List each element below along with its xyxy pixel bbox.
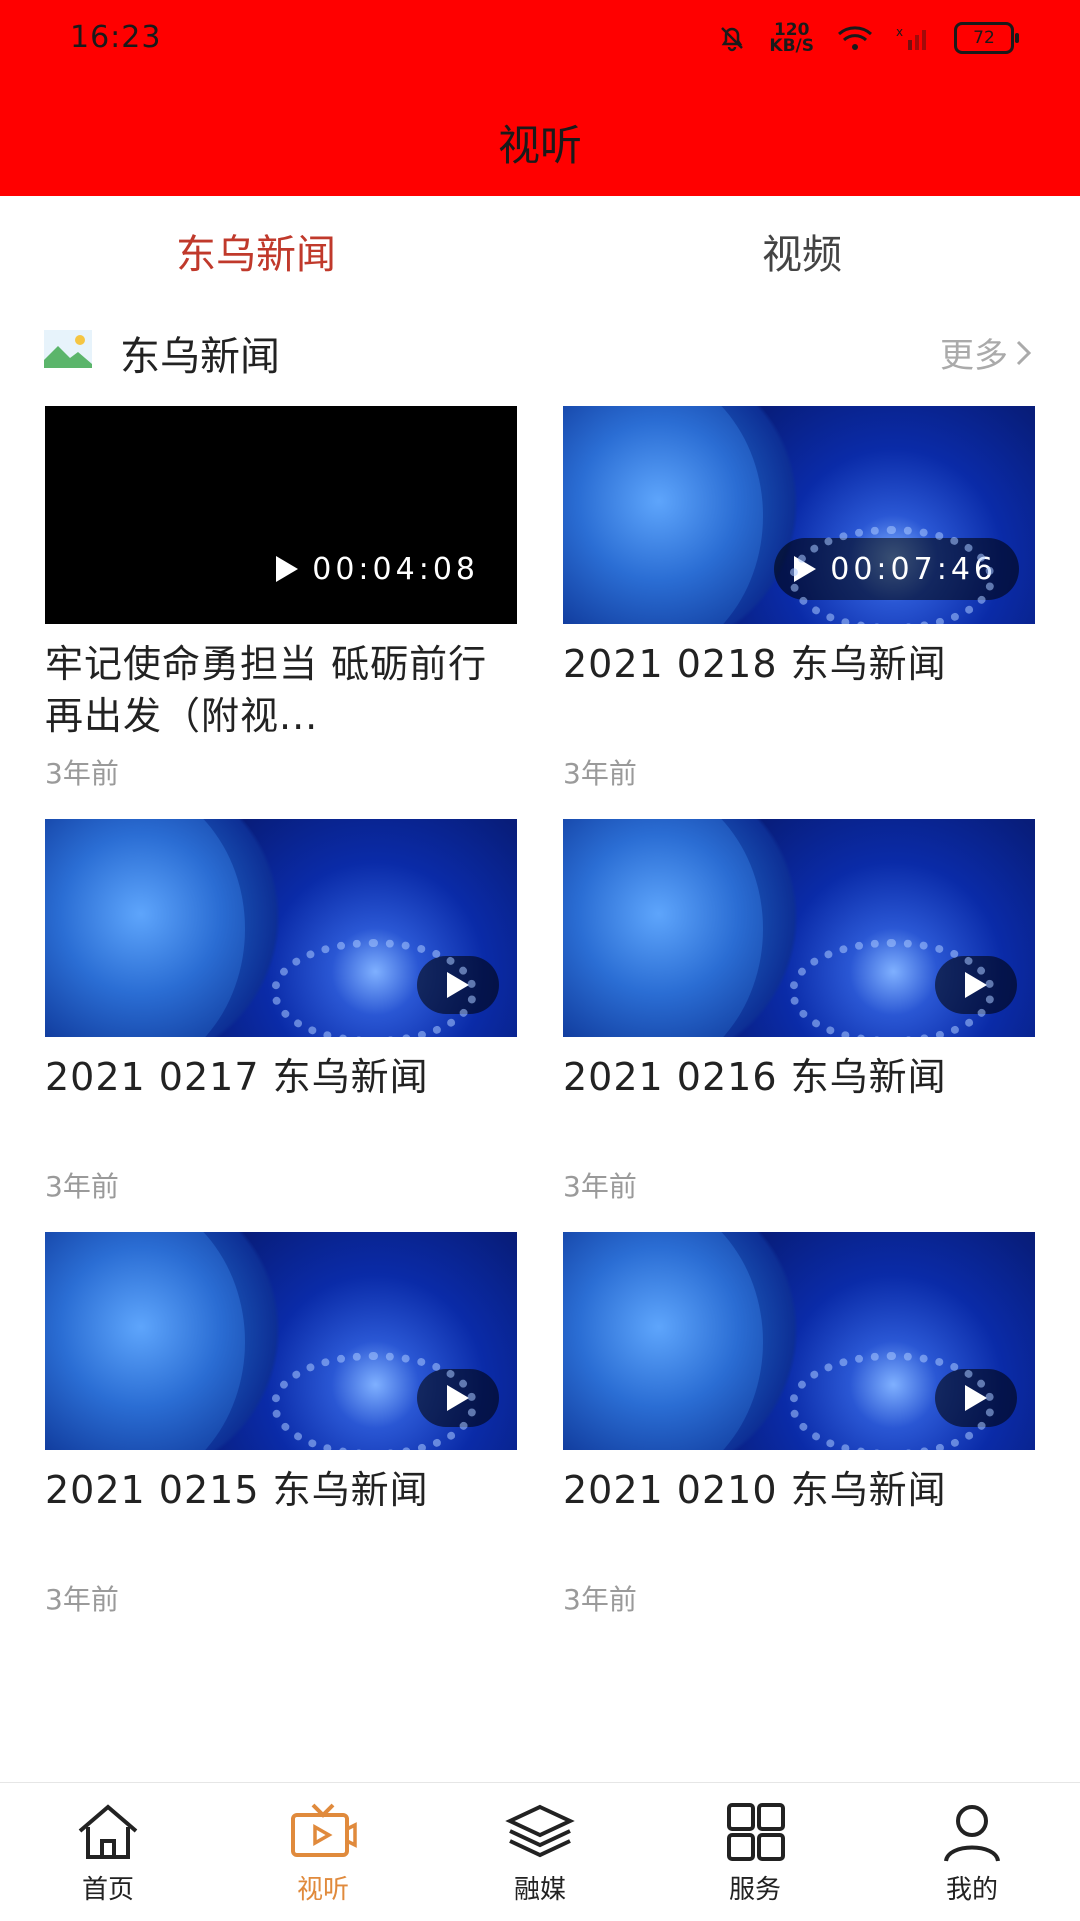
nav-label: 我的 xyxy=(945,1875,998,1905)
duration-badge: 00:07:46 xyxy=(774,538,1019,600)
video-time: 3年前 xyxy=(563,1583,637,1616)
network-speed: 120 KB/S xyxy=(769,20,814,56)
status-icons: 120 KB/S x 72 xyxy=(717,20,1019,56)
nav-media[interactable]: 融媒 xyxy=(485,1801,595,1906)
grid-icon xyxy=(727,1803,785,1861)
tab-video[interactable]: 视频 xyxy=(762,222,842,280)
nav-services[interactable]: 服务 xyxy=(700,1801,810,1906)
more-label: 更多 xyxy=(940,336,1008,376)
top-header: 16:23 120 KB/S x 72 视听 xyxy=(0,0,1080,196)
nav-audiovisual[interactable]: 视听 xyxy=(268,1801,378,1906)
mute-bell-icon xyxy=(721,27,744,52)
video-card[interactable]: 2021 0215 东乌新闻 3年前 xyxy=(45,1232,517,1618)
layers-icon xyxy=(505,1804,575,1858)
play-icon xyxy=(447,1385,469,1411)
video-card[interactable]: 00:07:46 2021 0218 东乌新闻 3年前 xyxy=(563,406,1035,792)
play-button[interactable] xyxy=(417,956,499,1014)
svg-text:x: x xyxy=(896,25,903,39)
wifi-icon xyxy=(838,26,872,50)
video-time: 3年前 xyxy=(563,757,637,790)
video-card[interactable]: 2021 0217 东乌新闻 3年前 xyxy=(45,819,517,1205)
video-time: 3年前 xyxy=(563,1170,637,1203)
video-title: 2021 0217 东乌新闻 xyxy=(45,1055,429,1099)
play-icon xyxy=(276,556,299,582)
section-title: 东乌新闻 xyxy=(120,334,280,380)
video-time: 3年前 xyxy=(45,757,119,790)
play-icon xyxy=(447,972,469,998)
nav-label: 融媒 xyxy=(513,1875,566,1905)
play-button[interactable] xyxy=(935,956,1017,1014)
status-time: 16:23 xyxy=(70,20,162,55)
video-time: 3年前 xyxy=(45,1583,119,1616)
video-card[interactable]: 2021 0216 东乌新闻 3年前 xyxy=(563,819,1035,1205)
section-header: 东乌新闻 更多 xyxy=(44,322,1034,382)
play-button[interactable] xyxy=(417,1369,499,1427)
chevron-right-icon xyxy=(1016,340,1032,365)
play-button[interactable] xyxy=(935,1369,1017,1427)
play-icon xyxy=(965,1385,987,1411)
video-title: 2021 0218 东乌新闻 xyxy=(563,642,947,686)
video-thumbnail[interactable]: 00:04:08 xyxy=(45,406,517,624)
battery-indicator: 72 xyxy=(954,22,1019,54)
video-thumbnail[interactable]: 00:07:46 xyxy=(563,406,1035,624)
video-thumbnail[interactable] xyxy=(45,1232,517,1450)
video-card[interactable]: 00:04:08 牢记使命勇担当 砥砺前行再出发（附视... 3年前 xyxy=(45,406,517,792)
tv-icon xyxy=(291,1803,357,1857)
signal-icon: x xyxy=(896,25,926,50)
video-title: 2021 0215 东乌新闻 xyxy=(45,1468,429,1512)
duration-badge: 00:04:08 xyxy=(256,538,501,600)
play-icon xyxy=(794,556,817,582)
tab-bar: 东乌新闻 视频 xyxy=(0,196,1080,296)
more-link[interactable]: 更多 xyxy=(940,328,1034,377)
video-title: 2021 0210 东乌新闻 xyxy=(563,1468,947,1512)
video-thumbnail[interactable] xyxy=(45,819,517,1037)
video-thumbnail[interactable] xyxy=(563,1232,1035,1450)
play-icon xyxy=(965,972,987,998)
bottom-nav: 首页 视听 融媒 服务 我的 xyxy=(0,1782,1080,1921)
video-time: 3年前 xyxy=(45,1170,119,1203)
video-card[interactable]: 2021 0210 东乌新闻 3年前 xyxy=(563,1232,1035,1618)
video-thumbnail[interactable] xyxy=(563,819,1035,1037)
nav-label: 首页 xyxy=(81,1875,134,1905)
nav-home[interactable]: 首页 xyxy=(53,1801,163,1906)
image-icon xyxy=(44,330,92,368)
video-title: 牢记使命勇担当 砥砺前行再出发（附视... xyxy=(45,642,488,738)
nav-label: 服务 xyxy=(728,1875,781,1905)
user-icon xyxy=(944,1805,1000,1862)
nav-label: 视听 xyxy=(296,1875,349,1905)
tab-dongwu-news[interactable]: 东乌新闻 xyxy=(176,222,336,280)
home-icon xyxy=(78,1804,138,1859)
nav-mine[interactable]: 我的 xyxy=(917,1801,1027,1906)
video-title: 2021 0216 东乌新闻 xyxy=(563,1055,947,1099)
page-title: 视听 xyxy=(497,121,582,170)
